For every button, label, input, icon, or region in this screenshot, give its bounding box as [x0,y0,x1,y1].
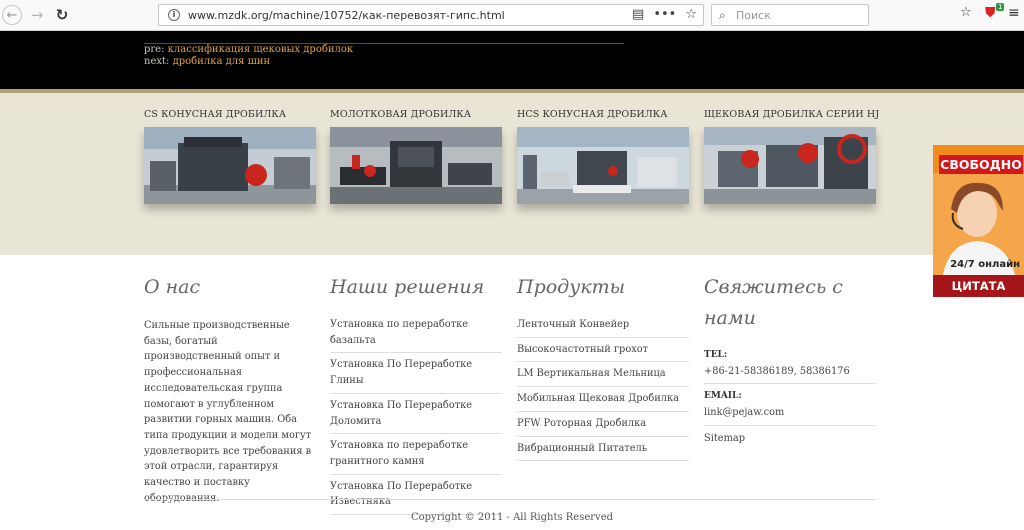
forward-arrow-icon[interactable]: → [26,4,48,26]
reload-icon[interactable]: ↻ [51,4,73,26]
info-icon[interactable]: i [168,9,180,21]
product-card[interactable]: МОЛОТКОВАЯ ДРОБИЛКА [330,109,502,204]
hamburger-menu-icon[interactable]: ≡ [1008,5,1020,21]
solutions-column: Наши решения Установка по переработке ба… [330,272,502,516]
search-icon: ⌕ [719,8,726,22]
product-title[interactable]: CS КОНУСНАЯ ДРОБИЛКА [144,109,316,125]
list-item[interactable]: LM Вертикальная Мельница [517,362,689,388]
product-title[interactable]: МОЛОТКОВАЯ ДРОБИЛКА [330,109,502,125]
adblock-shield-icon[interactable]: ⛊ [985,5,996,21]
phone-label: TEL: [704,350,728,360]
phone-value: +86-21-58386189, 58386176 [704,365,850,377]
list-item[interactable]: Установка По Переработке Глины [330,353,502,394]
products-column: Продукты Ленточный Конвейер Высокочастот… [517,272,689,462]
list-item[interactable]: Вибрационный Питатель [517,437,689,462]
email-label: EMAIL: [704,391,742,402]
bookmark-star-icon[interactable]: ☆ [685,7,697,22]
prev-nav: pre: классификация щековых дробилок [144,44,353,55]
copyright: Copyright © 2011 - All Rights Reserved [410,512,614,523]
about-title: О нас [144,276,201,298]
about-text: Сильные производственные базы, богатый п… [144,320,312,504]
footer-divider [144,499,876,500]
address-bar[interactable]: i www.mzdk.org/machine/10752/как-перевоз… [158,4,704,26]
list-item[interactable]: Ленточный Конвейер [517,313,689,338]
prev-prefix: pre: [144,44,165,55]
next-link[interactable]: дробилка для шин [173,56,271,67]
list-item[interactable]: Мобильная Щековая Дробилка [517,387,689,412]
reader-view-icon[interactable]: ▤ [632,7,644,22]
dark-header: pre: классификация щековых дробилок next… [0,31,1024,89]
search-bar[interactable]: ⌕ Поиск [711,4,869,26]
product-band: CS КОНУСНАЯ ДРОБИЛКА МОЛОТКОВАЯ ДРОБИЛКА [0,93,1024,255]
product-card[interactable]: CS КОНУСНАЯ ДРОБИЛКА [144,109,316,204]
contact-column: Свяжитесь с нами TEL: +86-21-58386189, 5… [704,272,876,451]
about-column: О нас [144,272,316,303]
email-value[interactable]: link@pejaw.com [704,405,876,421]
product-card[interactable]: ЩЕКОВАЯ ДРОБИЛКА СЕРИИ HJ [704,109,879,204]
product-image[interactable] [704,127,876,204]
list-item[interactable]: PFW Роторная Дробилка [517,412,689,437]
product-card[interactable]: HCS КОНУСНАЯ ДРОБИЛКА [517,109,689,204]
back-arrow-icon[interactable]: ← [2,5,22,25]
solutions-title: Наши решения [330,276,485,298]
list-item[interactable]: Установка по переработке базальта [330,313,502,354]
prev-link[interactable]: классификация щековых дробилок [168,44,354,55]
list-item[interactable]: Установка по переработке гранитного камн… [330,434,502,475]
contact-title: Свяжитесь с нами [704,276,843,329]
more-actions-icon[interactable]: ••• [653,7,676,22]
products-list: Ленточный Конвейер Высокочастотный грохо… [517,313,689,462]
email-block: EMAIL: link@pejaw.com [704,384,876,426]
product-image[interactable] [517,127,689,204]
ad-quote-button[interactable]: ЦИТАТА [933,275,1024,297]
products-title: Продукты [517,276,626,298]
product-title[interactable]: HCS КОНУСНАЯ ДРОБИЛКА [517,109,689,125]
ad-hours: 24/7 онлайн [950,259,1020,270]
next-nav: next: дробилка для шин [144,56,270,67]
list-item[interactable]: Установка По Переработке Доломита [330,394,502,435]
list-item[interactable]: Высокочастотный грохот [517,338,689,363]
product-title[interactable]: ЩЕКОВАЯ ДРОБИЛКА СЕРИИ HJ [704,109,879,125]
next-prefix: next: [144,56,170,67]
solutions-list: Установка по переработке базальта Устано… [330,313,502,516]
product-image[interactable] [144,127,316,204]
phone-block: TEL: +86-21-58386189, 58386176 [704,343,876,385]
library-icon[interactable]: ☆ [960,5,972,20]
product-image[interactable] [330,127,502,204]
url-text[interactable]: www.mzdk.org/machine/10752/как-перевозят… [188,9,505,22]
ad-title[interactable]: СВОБОДНО [939,155,1023,174]
browser-toolbar: ← → ↻ i www.mzdk.org/machine/10752/как-п… [0,0,1024,31]
search-placeholder[interactable]: Поиск [736,9,771,22]
sitemap-link[interactable]: Sitemap [704,431,876,447]
sitemap-block: Sitemap [704,426,876,451]
list-item[interactable]: Установка По Переработке Известняка [330,475,502,516]
chat-advertisement[interactable]: СВОБОДНО 24/7 онлайн ЦИТАТА [933,145,1024,297]
shield-badge: 1 [996,3,1005,11]
